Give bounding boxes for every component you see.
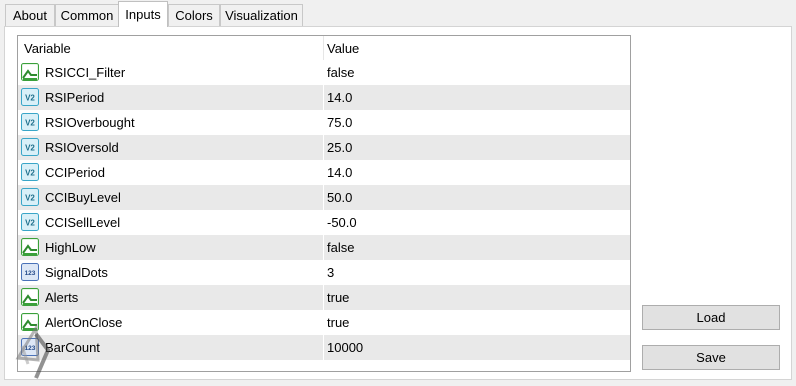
column-separator [323,235,324,260]
variable-value[interactable]: false [327,235,354,260]
double-icon: V2 [21,88,39,106]
variable-name: Alerts [45,290,79,305]
variable-value[interactable]: 25.0 [327,135,352,160]
table-row[interactable]: V2 RSIPeriod 14.0 [18,85,630,110]
variable-value[interactable]: true [327,285,349,310]
svg-text:123: 123 [25,270,36,277]
svg-text:V2: V2 [25,144,35,153]
column-separator [323,260,324,285]
inputs-grid: Variable Value RSICCI_Filter false V2 RSIPe… [17,35,631,372]
column-separator [323,310,324,335]
double-icon: V2 [21,138,39,156]
variable-value[interactable]: true [327,310,349,335]
column-separator [323,185,324,210]
variable-name: RSIPeriod [45,90,105,105]
table-row[interactable]: 123 SignalDots 3 [18,260,630,285]
bool-icon [21,63,39,81]
variable-name: RSICCI_Filter [45,65,126,80]
svg-text:V2: V2 [25,94,35,103]
save-button[interactable]: Save [642,345,780,370]
table-row[interactable]: V2 CCIPeriod 14.0 [18,160,630,185]
double-icon: V2 [21,213,39,231]
table-row[interactable]: Alerts true [18,285,630,310]
column-separator [323,285,324,310]
variable-name: RSIOverbought [45,115,135,130]
svg-text:V2: V2 [25,194,35,203]
watermark-logo [15,323,51,379]
table-row[interactable]: V2 CCIBuyLevel 50.0 [18,185,630,210]
bool-icon [21,288,39,306]
tab-colors[interactable]: Colors [168,4,220,26]
variable-value[interactable]: 14.0 [327,85,352,110]
table-row[interactable]: V2 RSIOverbought 75.0 [18,110,630,135]
column-separator [323,335,324,360]
variable-value[interactable]: 10000 [327,335,363,360]
column-separator [323,135,324,160]
double-icon: V2 [21,113,39,131]
int-icon: 123 [21,263,39,281]
tab-bar: About Common Inputs Colors Visualization [0,0,796,27]
table-row[interactable]: 123 BarCount 10000 [18,335,630,360]
column-header-value[interactable]: Value [327,36,359,60]
column-header-variable[interactable]: Variable [24,36,71,60]
table-row[interactable]: HighLow false [18,235,630,260]
column-separator [323,210,324,235]
double-icon: V2 [21,188,39,206]
variable-value[interactable]: 14.0 [327,160,352,185]
variable-name: RSIOversold [45,140,119,155]
variable-name: SignalDots [45,265,108,280]
variable-name: HighLow [45,240,96,255]
variable-name: CCIPeriod [45,165,105,180]
variable-name: CCISellLevel [45,215,121,230]
table-row[interactable]: AlertOnClose true [18,310,630,335]
table-row[interactable]: V2 CCISellLevel -50.0 [18,210,630,235]
variable-value[interactable]: 50.0 [327,185,352,210]
bool-icon [21,238,39,256]
variable-value[interactable]: 3 [327,260,334,285]
tab-visualization[interactable]: Visualization [220,4,303,26]
grid-header: Variable Value [18,36,630,60]
tab-about[interactable]: About [5,4,55,26]
column-separator [323,60,324,85]
tab-inputs[interactable]: Inputs [118,1,168,27]
variable-value[interactable]: false [327,60,354,85]
table-row[interactable]: RSICCI_Filter false [18,60,630,85]
variable-name: CCIBuyLevel [45,190,121,205]
svg-text:V2: V2 [25,219,35,228]
svg-text:V2: V2 [25,119,35,128]
column-separator [323,160,324,185]
double-icon: V2 [21,163,39,181]
svg-text:V2: V2 [25,169,35,178]
column-separator [323,110,324,135]
variable-value[interactable]: 75.0 [327,110,352,135]
load-button[interactable]: Load [642,305,780,330]
column-separator [323,85,324,110]
table-row[interactable]: V2 RSIOversold 25.0 [18,135,630,160]
tab-common[interactable]: Common [55,4,119,26]
header-separator [323,36,324,60]
variable-value[interactable]: -50.0 [327,210,357,235]
